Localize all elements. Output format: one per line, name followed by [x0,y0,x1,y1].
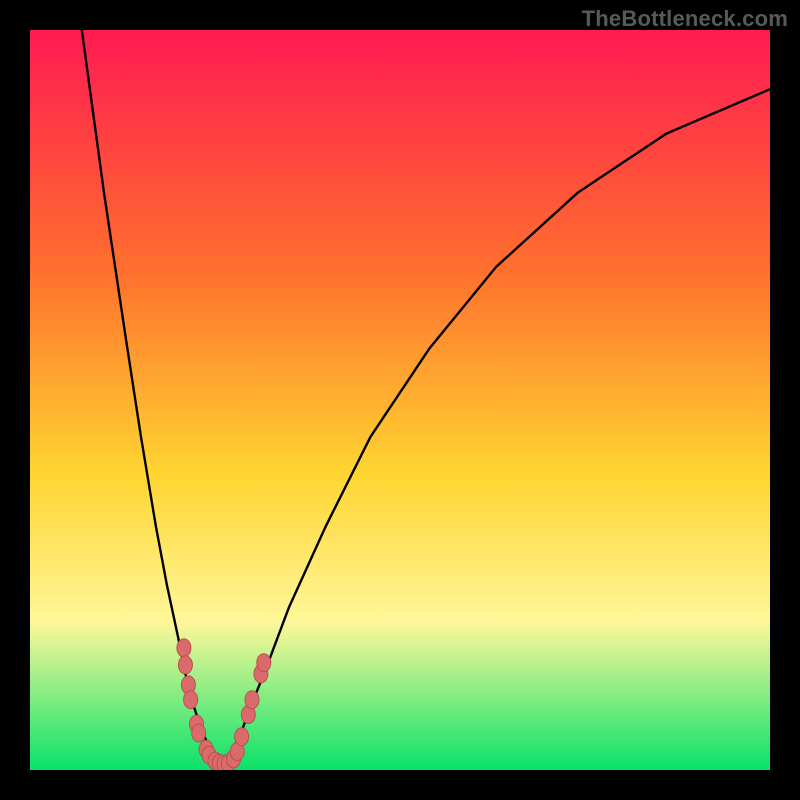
chart-frame [30,30,770,770]
data-marker [257,654,271,672]
gradient-background [30,30,770,770]
data-marker [178,656,192,674]
data-marker [235,728,249,746]
data-marker [245,691,259,709]
chart-svg [30,30,770,770]
data-marker [177,639,191,657]
data-marker [184,691,198,709]
data-marker [192,724,206,742]
watermark-text: TheBottleneck.com [582,6,788,32]
